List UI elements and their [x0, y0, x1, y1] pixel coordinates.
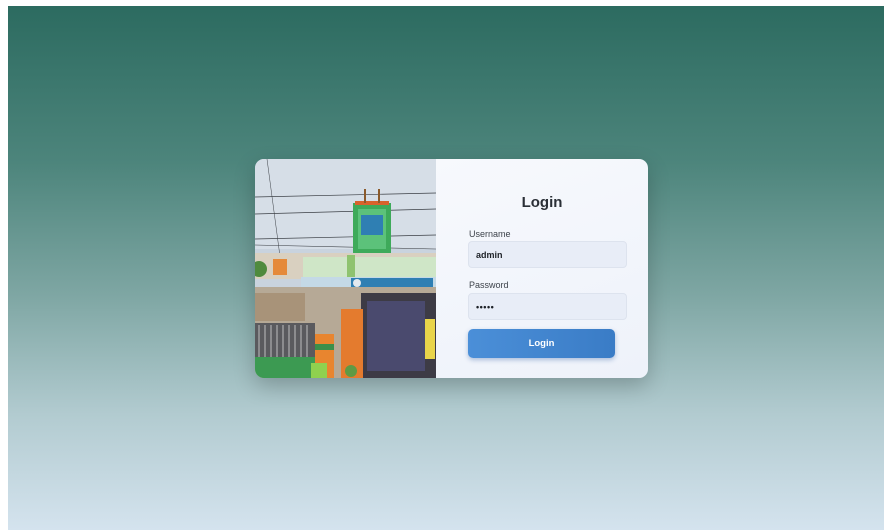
- username-input[interactable]: [468, 241, 627, 268]
- login-title: Login: [521, 194, 563, 211]
- login-card: Login Username Password Login: [255, 159, 648, 378]
- login-button[interactable]: Login: [468, 329, 615, 358]
- login-form: Login Username Password Login: [436, 159, 648, 378]
- password-input[interactable]: [468, 293, 627, 320]
- username-label: Username: [469, 229, 511, 239]
- school-building-photo: [255, 159, 436, 378]
- page-background: Login Username Password Login: [8, 6, 884, 530]
- password-label: Password: [469, 280, 509, 290]
